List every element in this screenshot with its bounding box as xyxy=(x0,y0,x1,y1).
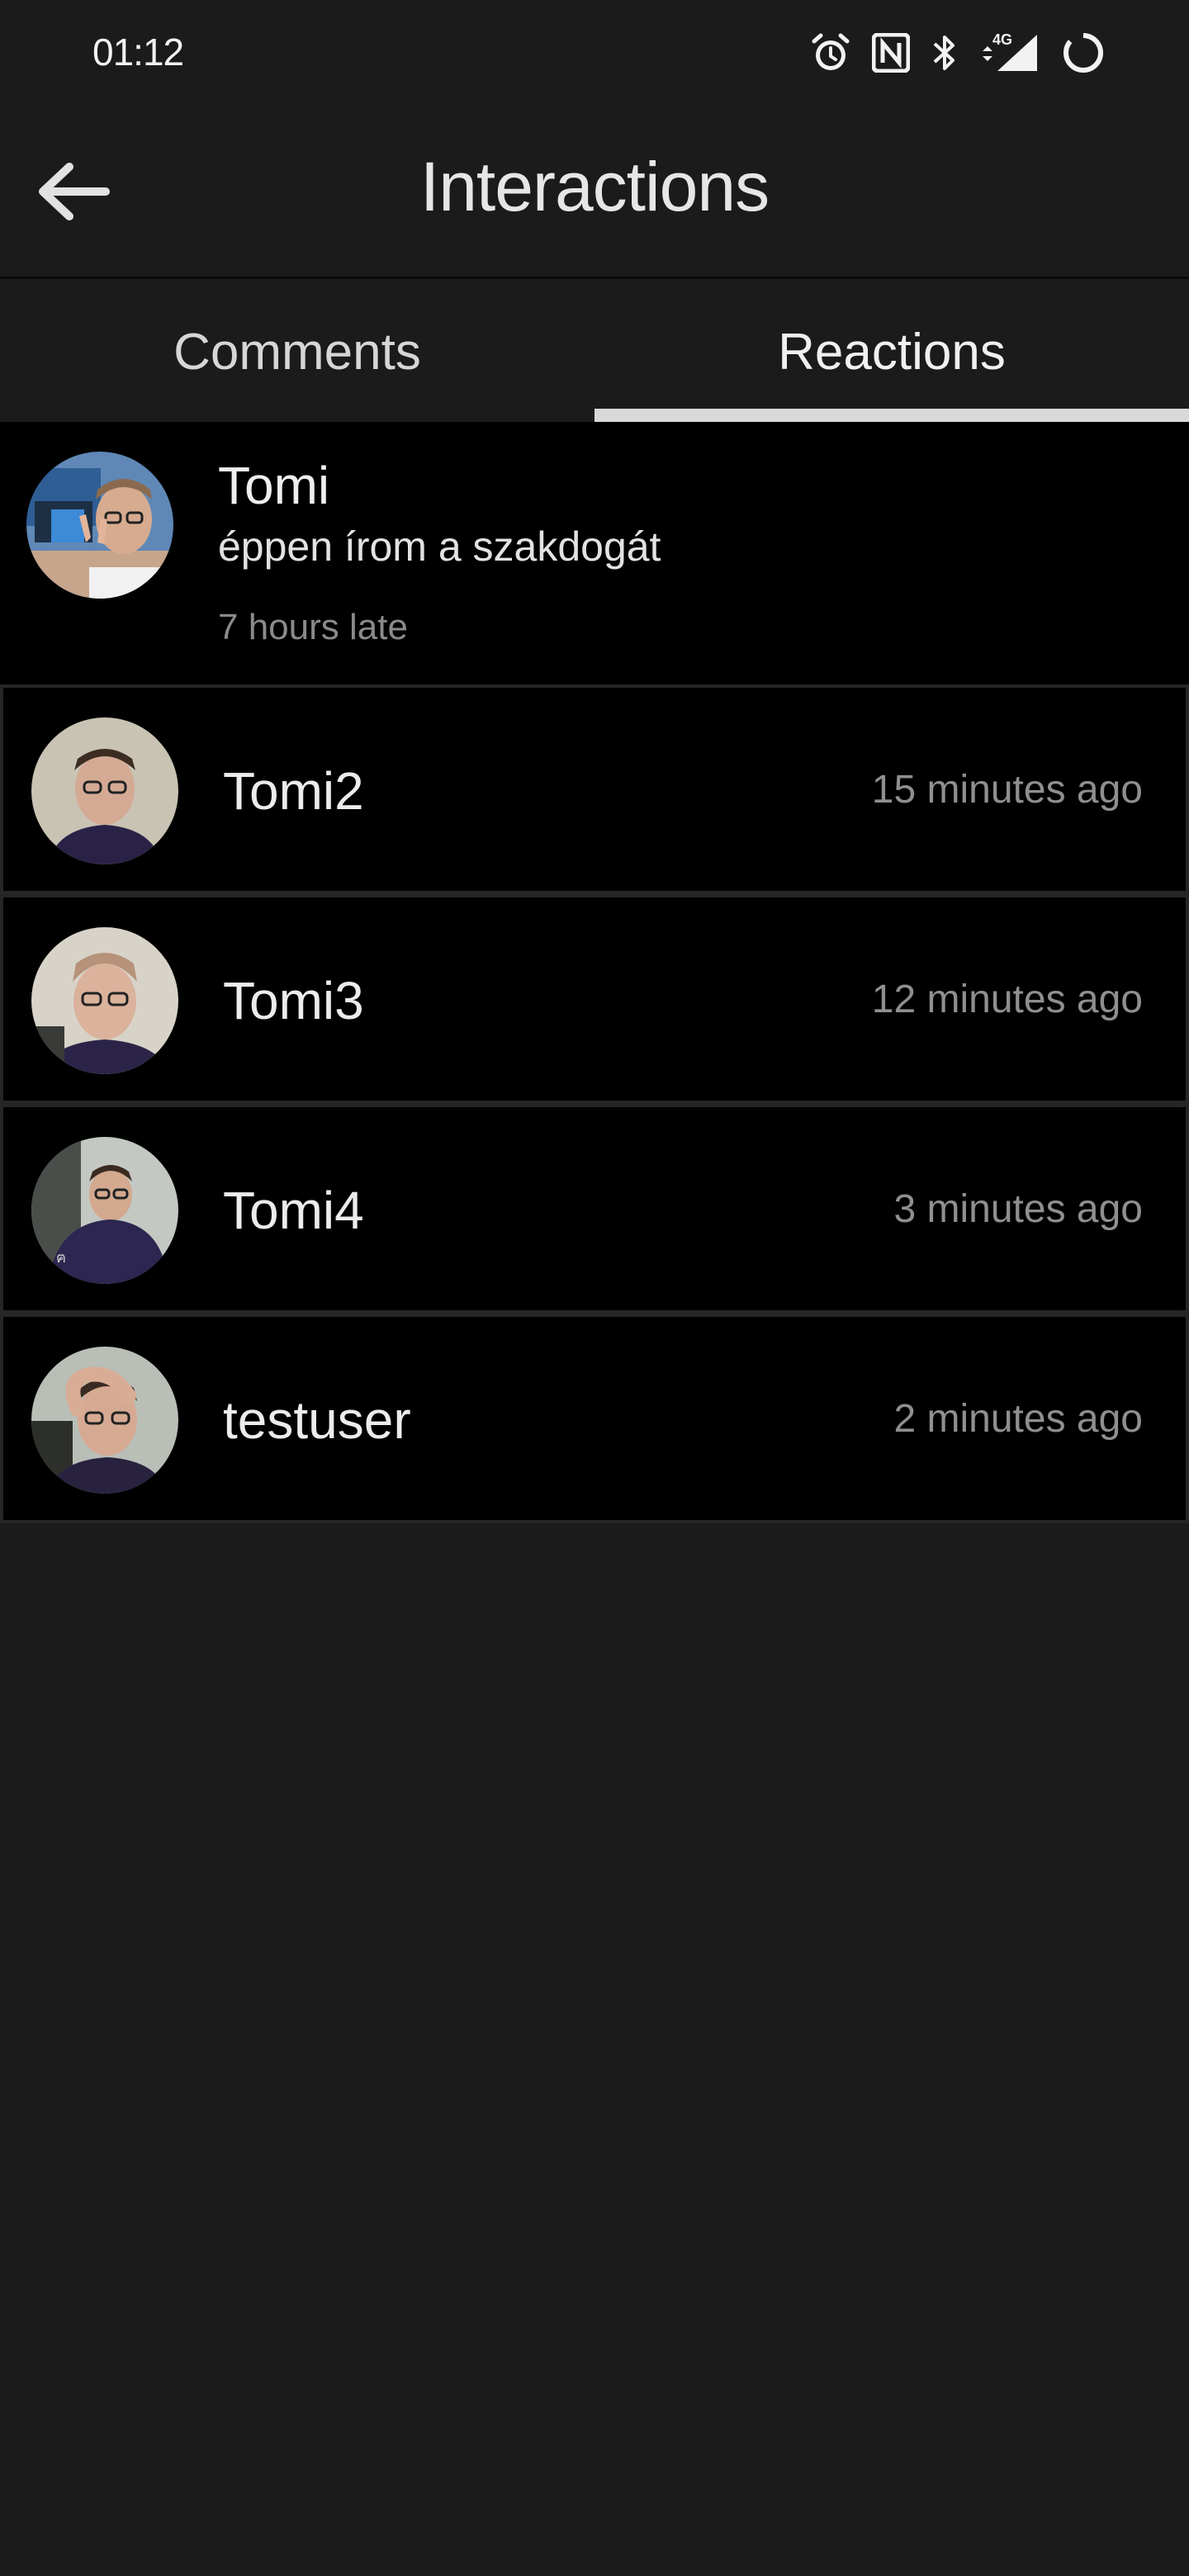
post-author: Tomi xyxy=(218,456,330,515)
status-bar: 01:12 4G xyxy=(0,0,1189,107)
list-item[interactable]: testuser 2 minutes ago xyxy=(0,1314,1189,1523)
avatar[interactable]: ฅ xyxy=(31,1137,178,1284)
svg-text:ฅ: ฅ xyxy=(56,1249,66,1266)
list-item[interactable]: Tomi2 15 minutes ago xyxy=(0,684,1189,894)
tab-comments[interactable]: Comments xyxy=(0,282,594,422)
list-item[interactable]: Tomi3 12 minutes ago xyxy=(0,894,1189,1104)
reaction-user-name: Tomi4 xyxy=(223,1181,364,1240)
page-title: Interactions xyxy=(419,148,770,225)
avatar[interactable] xyxy=(31,1347,178,1494)
reaction-user-name: testuser xyxy=(223,1390,411,1450)
reaction-user-name: Tomi2 xyxy=(223,761,364,821)
reaction-time: 15 minutes ago xyxy=(871,768,1143,812)
reactions-list: Tomi2 15 minutes ago Tomi3 12 minutes ag… xyxy=(0,684,1189,1523)
avatar[interactable] xyxy=(26,452,173,599)
alarm-icon xyxy=(809,31,852,74)
app-header: Interactions xyxy=(0,107,1189,279)
network-label: 4G xyxy=(992,31,1012,48)
nfc-icon xyxy=(872,33,910,73)
avatar[interactable] xyxy=(31,927,178,1074)
reaction-time: 3 minutes ago xyxy=(893,1187,1143,1231)
signal-4g-icon: 4G xyxy=(979,31,1040,74)
post-summary: Tomi éppen írom a szakdogát 7 hours late xyxy=(0,422,1189,684)
list-item[interactable]: ฅ Tomi4 3 minutes ago xyxy=(0,1104,1189,1314)
tab-reactions[interactable]: Reactions xyxy=(594,282,1189,422)
avatar[interactable] xyxy=(31,717,178,864)
status-icons: 4G xyxy=(809,28,1106,78)
reaction-user-name: Tomi3 xyxy=(223,971,364,1030)
tab-selected-indicator xyxy=(594,409,1189,422)
status-time: 01:12 xyxy=(92,31,184,73)
reaction-time: 2 minutes ago xyxy=(893,1397,1143,1441)
post-time: 7 hours late xyxy=(218,607,408,647)
post-text: éppen írom a szakdogát xyxy=(218,523,661,570)
tab-bar: Comments Reactions xyxy=(0,282,1189,422)
bluetooth-icon xyxy=(930,32,959,73)
battery-ring-icon xyxy=(1060,30,1106,76)
reaction-time: 12 minutes ago xyxy=(871,978,1143,1021)
